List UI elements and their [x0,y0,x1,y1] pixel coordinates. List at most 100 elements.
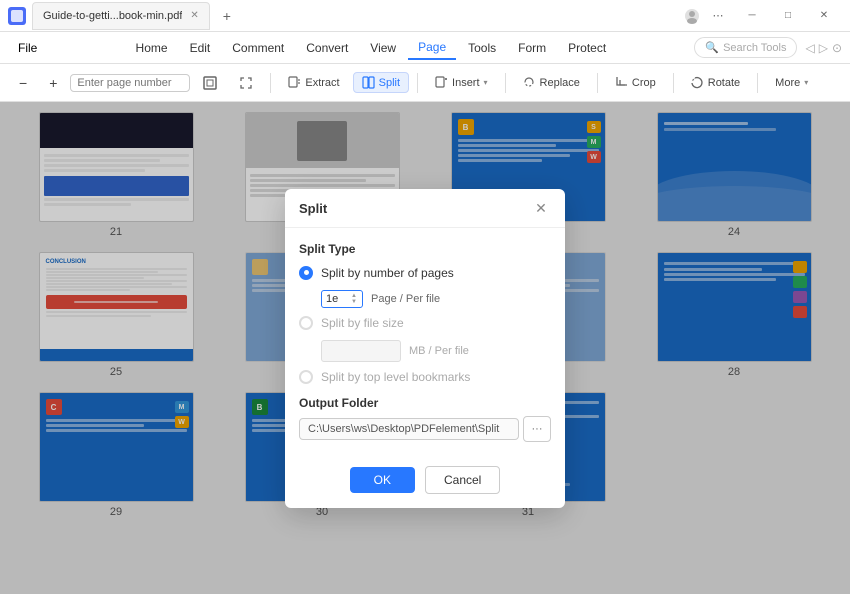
menu-comment[interactable]: Comment [222,37,294,59]
replace-button[interactable]: Replace [514,72,589,93]
radio-pages-circle[interactable] [299,266,313,280]
page-number-input[interactable] [70,74,190,92]
mb-input-row: MB / Per file [321,340,551,362]
option-pages: Split by number of pages [299,266,551,280]
output-section: Output Folder C:\Users\ws\Desktop\PDFele… [299,396,551,442]
close-button[interactable]: ✕ [806,2,842,30]
maximize-button[interactable]: □ [770,2,806,30]
menu-file[interactable]: File [8,32,47,63]
cancel-button[interactable]: Cancel [425,466,500,494]
menu-home[interactable]: Home [126,37,178,59]
menu-right: 🔍 Search Tools ◁ ▷ ⊙ [694,37,842,58]
zoom-out-button[interactable]: − [10,71,36,95]
menu-protect[interactable]: Protect [558,37,616,59]
menu-items: Home Edit Comment Convert View Page Tool… [47,36,694,60]
menu-edit[interactable]: Edit [180,37,221,59]
rotate-icon [691,76,704,89]
dialog-body: Split Type Split by number of pages 1e ▲… [285,228,565,456]
back-icon[interactable]: ◁ [805,41,814,55]
page-count-input[interactable]: 1e ▲ ▼ [321,290,363,308]
output-folder-label: Output Folder [299,396,551,410]
more-label: More [775,77,800,89]
split-dialog: Split ✕ Split Type Split by number of pa… [285,189,565,508]
title-bar-icons: ⋯ [684,8,726,24]
menu-dots-icon[interactable]: ⋯ [710,8,726,24]
menu-bar: File Home Edit Comment Convert View Page… [0,32,850,64]
rotate-label: Rotate [708,77,740,89]
crop-icon [615,76,628,89]
search-icon: 🔍 [705,41,719,54]
minimize-button[interactable]: ─ [734,2,770,30]
split-type-label: Split Type [299,242,551,256]
fit-page-icon [203,76,217,90]
radio-filesize-circle[interactable] [299,316,313,330]
replace-label: Replace [540,77,580,89]
tab-close-icon[interactable]: ✕ [190,10,198,21]
ok-button[interactable]: OK [350,467,415,493]
forward-icon[interactable]: ▷ [819,41,828,55]
dialog-close-button[interactable]: ✕ [531,199,551,219]
menu-page[interactable]: Page [408,36,456,60]
option-pages-label: Split by number of pages [321,266,454,280]
title-bar: Guide-to-getti...book-min.pdf ✕ + ⋯ ─ □ … [0,0,850,32]
more-chevron: ▾ [804,78,808,87]
help-icon[interactable]: ⊙ [832,41,842,55]
spin-down-button[interactable]: ▼ [350,299,358,305]
zoom-in-button[interactable]: + [40,71,66,95]
separator-1 [270,73,271,93]
menu-form[interactable]: Form [508,37,556,59]
split-label: Split [379,77,400,89]
fit-page-button[interactable] [194,72,226,94]
menu-convert[interactable]: Convert [296,37,358,59]
separator-3 [505,73,506,93]
page-nav: − + [10,71,262,95]
zoom-in-icon: + [49,75,57,91]
zoom-out-icon: − [19,75,27,91]
crop-button[interactable]: Crop [606,72,665,93]
search-label: Search Tools [723,42,786,54]
dialog-title: Split [299,201,327,216]
dialog-overlay: Split ✕ Split Type Split by number of pa… [0,102,850,594]
insert-icon [435,76,448,89]
split-icon [362,76,375,89]
page-count-value: 1e [326,293,338,305]
option-bookmarks: Split by top level bookmarks [299,370,551,384]
insert-chevron: ▾ [484,78,488,87]
browse-button[interactable]: ··· [523,416,551,442]
mb-label: MB / Per file [409,345,469,357]
toolbar: − + Extract Split Insert ▾ Replace Crop [0,64,850,102]
crop-label: Crop [632,77,656,89]
separator-2 [417,73,418,93]
expand-button[interactable] [230,72,262,94]
split-button[interactable]: Split [353,72,409,93]
output-path-row: C:\Users\ws\Desktop\PDFelement\Split ··· [299,416,551,442]
insert-button[interactable]: Insert ▾ [426,72,497,93]
app-icon [8,7,26,25]
tab-add-button[interactable]: + [216,5,238,27]
search-tools-field[interactable]: 🔍 Search Tools [694,37,797,58]
rotate-button[interactable]: Rotate [682,72,749,93]
menu-tools[interactable]: Tools [458,37,506,59]
tab-item[interactable]: Guide-to-getti...book-min.pdf ✕ [32,2,210,30]
mb-input-field [321,340,401,362]
pages-input-row: 1e ▲ ▼ Page / Per file [321,290,551,308]
more-button[interactable]: More ▾ [766,73,817,93]
split-options: Split by number of pages 1e ▲ ▼ Page / P… [299,266,551,384]
option-bookmarks-label: Split by top level bookmarks [321,370,470,384]
extract-icon [288,76,301,89]
extract-label: Extract [305,77,339,89]
output-path-field[interactable]: C:\Users\ws\Desktop\PDFelement\Split [299,418,519,440]
insert-label: Insert [452,77,480,89]
dialog-header: Split ✕ [285,189,565,228]
extract-button[interactable]: Extract [279,72,348,93]
replace-icon [523,76,536,89]
separator-5 [673,73,674,93]
profile-icon[interactable] [684,8,700,24]
expand-icon [239,76,253,90]
menu-view[interactable]: View [360,37,406,59]
page-count-spinners: ▲ ▼ [350,293,358,305]
separator-4 [597,73,598,93]
radio-bookmarks-circle[interactable] [299,370,313,384]
option-filesize-label: Split by file size [321,316,404,330]
separator-6 [757,73,758,93]
